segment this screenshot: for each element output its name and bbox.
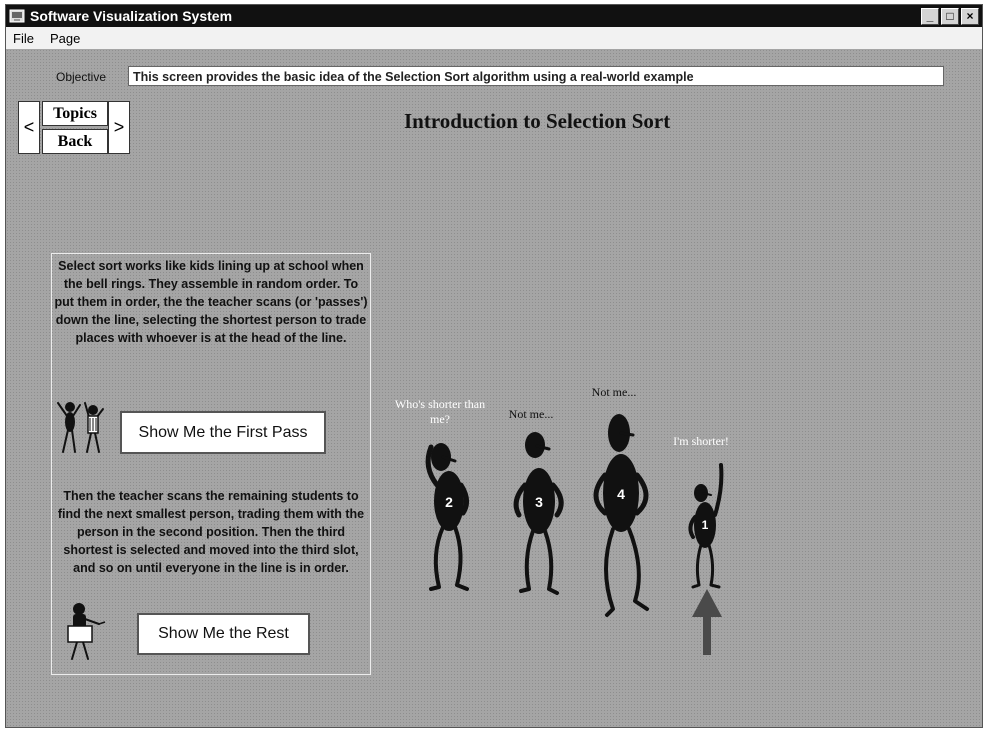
up-arrow-icon xyxy=(692,589,722,655)
maximize-button[interactable]: □ xyxy=(941,8,959,25)
objective-field: This screen provides the basic idea of t… xyxy=(128,66,944,86)
window-title: Software Visualization System xyxy=(30,8,233,24)
previous-page-button[interactable]: < xyxy=(18,101,40,154)
rest-paragraph: Then the teacher scans the remaining stu… xyxy=(57,489,365,575)
figure-kid-3: 3 xyxy=(513,432,564,595)
figure-kid-1: 1 xyxy=(688,463,724,589)
topics-button[interactable]: Topics xyxy=(42,101,108,126)
title-bar[interactable]: Software Visualization System _ □ × xyxy=(6,5,982,27)
menu-file[interactable]: File xyxy=(13,31,34,46)
menu-page[interactable]: Page xyxy=(50,31,80,46)
svg-text:1: 1 xyxy=(702,518,709,532)
svg-text:3: 3 xyxy=(535,494,543,510)
minimize-button[interactable]: _ xyxy=(921,8,939,25)
app-window: Software Visualization System _ □ × File… xyxy=(5,4,983,728)
main-content: Objective This screen provides the basic… xyxy=(6,49,982,727)
figure-kid-2: 2 xyxy=(425,443,469,591)
teacher-icon xyxy=(67,603,106,660)
menu-bar: File Page xyxy=(6,27,982,49)
page-title: Introduction to Selection Sort xyxy=(404,109,671,133)
speech-im-shorter: I'm shorter! xyxy=(673,434,729,448)
intro-paragraph: Select sort works like kids lining up at… xyxy=(54,259,368,345)
next-page-button[interactable]: > xyxy=(108,101,130,154)
app-icon xyxy=(9,9,25,23)
close-button[interactable]: × xyxy=(961,8,979,25)
kids-icon xyxy=(57,402,104,453)
speech-not-me-4: Not me... xyxy=(591,385,637,399)
objective-label: Objective xyxy=(56,70,107,84)
speech-not-me-3: Not me... xyxy=(508,407,554,421)
svg-text:4: 4 xyxy=(617,486,625,502)
kids-lineup: 2 3 4 1 xyxy=(425,414,724,655)
speech-who-is-shorter: Who's shorter than me? xyxy=(394,397,486,426)
figure-kid-4: 4 xyxy=(593,414,649,617)
show-first-pass-button[interactable]: Show Me the First Pass xyxy=(120,411,326,454)
show-rest-button[interactable]: Show Me the Rest xyxy=(137,613,310,655)
back-button[interactable]: Back xyxy=(42,129,108,154)
svg-text:2: 2 xyxy=(445,494,453,510)
